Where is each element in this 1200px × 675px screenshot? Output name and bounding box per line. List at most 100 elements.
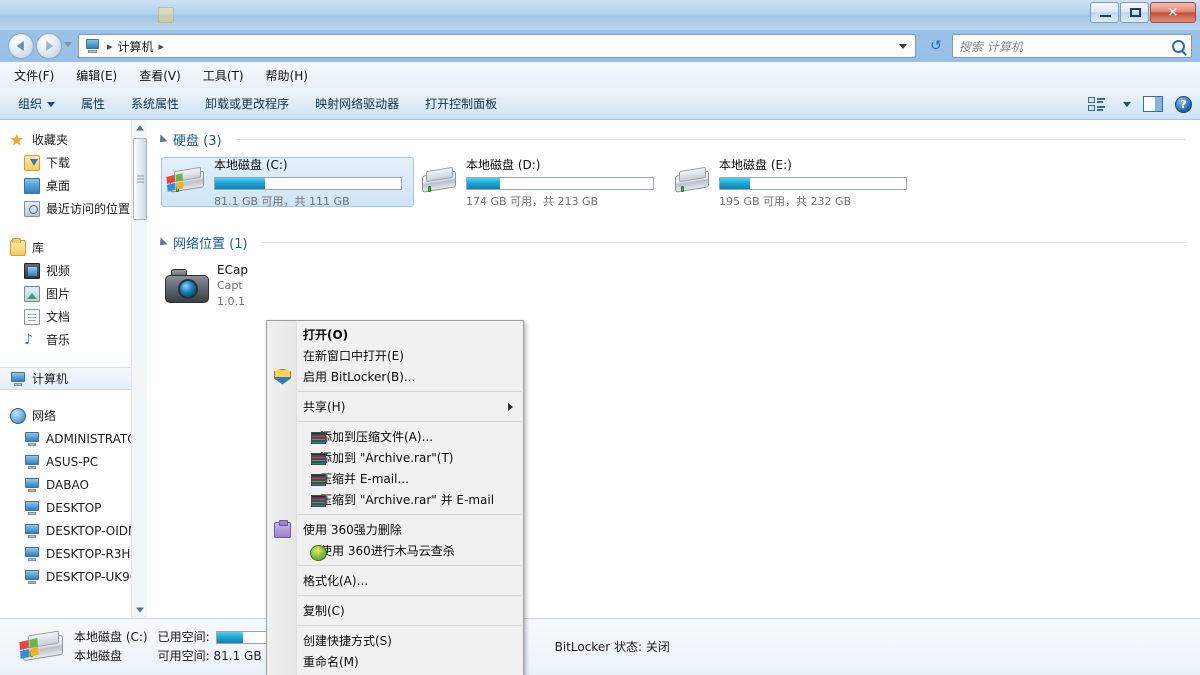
drive-tiles: 本地磁盘 (C:) 81.1 GB 可用，共 111 GB 本地磁盘 (D:) … (147, 151, 1200, 208)
sidebar-item-network[interactable]: 网络 (0, 404, 147, 427)
status-bitlocker-label: BitLocker 状态: (554, 639, 642, 654)
open-control-panel-button[interactable]: 打开控制面板 (425, 95, 497, 112)
menu-file[interactable]: 文件(F) (14, 67, 54, 84)
context-menu-label-enable-bitlocker: 启用 BitLocker(B)... (303, 370, 416, 384)
sidebar-item-desktop-host[interactable]: DESKTOP (0, 496, 147, 519)
scroll-down-button[interactable] (132, 602, 147, 618)
sidebar-item-administrator[interactable]: ADMINISTRATO (0, 427, 147, 450)
address-bar-row: ▸ 计算机 ▸ ↺ 搜索 计算机 (0, 30, 1200, 62)
drive-name-d: 本地磁盘 (D:) (466, 157, 541, 172)
view-chevron-down-icon[interactable] (1123, 101, 1131, 107)
context-menu-label-share: 共享(H) (303, 400, 346, 414)
sidebar-item-downloads[interactable]: 下载 (0, 151, 147, 174)
address-bar[interactable]: ▸ 计算机 ▸ (78, 34, 916, 58)
sidebar-item-computer[interactable]: 计算机 (0, 367, 147, 390)
360-delete-icon (274, 519, 291, 538)
refresh-button[interactable]: ↺ (925, 36, 947, 56)
back-button[interactable] (8, 33, 34, 59)
context-menu-item-add-to-archive[interactable]: 添加到压缩文件(A)... (267, 426, 523, 447)
navigation-pane-scrollbar[interactable] (131, 120, 147, 618)
sidebar-label-music: 音乐 (46, 333, 71, 347)
library-icon (10, 237, 26, 256)
preview-pane-icon[interactable] (1143, 96, 1163, 112)
sidebar-label-computer: 计算机 (32, 372, 69, 386)
chevron-down-icon (47, 102, 56, 107)
sidebar-item-videos[interactable]: 视频 (0, 259, 147, 282)
context-menu-item-share[interactable]: 共享(H) (267, 396, 523, 417)
collapse-triangle-icon[interactable] (156, 133, 168, 146)
change-view-icon[interactable] (1088, 96, 1106, 112)
context-menu-item-open[interactable]: 打开(O) (267, 324, 523, 345)
status-bitlocker-value: 关闭 (645, 639, 670, 654)
computer-icon (84, 39, 100, 53)
collapse-triangle-icon[interactable] (156, 236, 168, 249)
sidebar-item-desktop-r3he[interactable]: DESKTOP-R3HE (0, 542, 147, 565)
drive-tile-d[interactable]: 本地磁盘 (D:) 174 GB 可用，共 213 GB (414, 157, 667, 208)
system-properties-button[interactable]: 系统属性 (131, 95, 179, 112)
close-button[interactable]: ✕ (1150, 2, 1196, 23)
sidebar-item-documents[interactable]: 文档 (0, 305, 147, 328)
organize-button[interactable]: 组织 (18, 95, 56, 112)
scroll-up-button[interactable] (132, 120, 147, 136)
sidebar-label-network: 网络 (32, 409, 57, 423)
map-network-drive-button[interactable]: 映射网络驱动器 (315, 95, 399, 112)
forward-button[interactable] (36, 33, 62, 59)
context-menu-separator (297, 625, 521, 626)
computer-icon (24, 431, 40, 447)
status-free-label: 可用空间: (157, 649, 210, 663)
context-menu-item-copy[interactable]: 复制(C) (267, 600, 523, 621)
sidebar-item-libraries[interactable]: 库 (0, 236, 147, 259)
pictures-icon (24, 285, 40, 302)
help-icon[interactable]: ? (1175, 95, 1192, 113)
uninstall-change-program-button[interactable]: 卸载或更改程序 (205, 95, 289, 112)
context-menu-item-rename[interactable]: 重命名(M) (267, 651, 523, 672)
sidebar-label-desktop-oidn: DESKTOP-OIDN (46, 523, 137, 538)
properties-button[interactable]: 属性 (81, 95, 105, 112)
window-icon (158, 7, 174, 23)
sidebar-item-desktop[interactable]: 桌面 (0, 174, 147, 197)
drive-tile-e[interactable]: 本地磁盘 (E:) 195 GB 可用，共 232 GB (667, 157, 920, 208)
maximize-button[interactable] (1120, 2, 1149, 23)
group-divider (235, 139, 1186, 140)
scrollbar-thumb[interactable] (133, 138, 147, 220)
menu-tools[interactable]: 工具(T) (203, 67, 244, 84)
group-title-hard-disks: 硬盘 (3) (173, 134, 222, 149)
context-menu-item-open-new-window[interactable]: 在新窗口中打开(E) (267, 345, 523, 366)
sidebar-item-desktop-oidn[interactable]: DESKTOP-OIDN (0, 519, 147, 542)
close-icon: ✕ (1167, 5, 1179, 20)
context-menu-item-create-shortcut[interactable]: 创建快捷方式(S) (267, 630, 523, 651)
drive-icon (671, 163, 713, 201)
drive-usage-bar-d (466, 176, 654, 190)
breadcrumb-separator-2[interactable]: ▸ (159, 40, 165, 53)
menu-help[interactable]: 帮助(H) (266, 67, 308, 84)
sidebar-item-dabao[interactable]: DABAO (0, 473, 147, 496)
address-dropdown-icon[interactable] (899, 44, 907, 49)
context-menu-item-360-trojan-scan[interactable]: 使用 360进行木马云查杀 (267, 540, 523, 561)
context-menu-item-compress-and-email[interactable]: 压缩并 E-mail... (267, 468, 523, 489)
sidebar-item-favorites[interactable]: ★ 收藏夹 (0, 128, 147, 151)
recent-pages-dropdown-icon[interactable] (64, 42, 72, 47)
menu-edit[interactable]: 编辑(E) (76, 67, 117, 84)
search-box[interactable]: 搜索 计算机 (952, 34, 1192, 58)
network-icon (10, 407, 26, 424)
status-drive-name: 本地磁盘 (C:) (74, 630, 148, 644)
context-menu-item-360-force-delete[interactable]: 使用 360强力删除 (267, 519, 523, 540)
minimize-icon (1100, 15, 1111, 17)
breadcrumb-computer[interactable]: 计算机 (118, 38, 154, 55)
minimize-button[interactable] (1090, 2, 1119, 23)
sidebar-item-pictures[interactable]: 图片 (0, 282, 147, 305)
menu-view[interactable]: 查看(V) (139, 67, 181, 84)
context-menu-item-compress-to-rar-and-email[interactable]: 压缩到 "Archive.rar" 并 E-mail (267, 489, 523, 510)
sidebar-item-desktop-uk96[interactable]: DESKTOP-UK96 (0, 565, 147, 588)
shield-icon (274, 368, 291, 385)
network-location-item[interactable]: ECap Capt 1.0.1 (147, 254, 1200, 310)
drive-tile-c[interactable]: 本地磁盘 (C:) 81.1 GB 可用，共 111 GB (161, 157, 414, 208)
context-menu-item-enable-bitlocker[interactable]: 启用 BitLocker(B)... (267, 366, 523, 387)
videos-icon (24, 262, 40, 279)
context-menu-item-add-to-archive-rar[interactable]: 添加到 "Archive.rar"(T) (267, 447, 523, 468)
sidebar-item-asus-pc[interactable]: ASUS-PC (0, 450, 147, 473)
sidebar-label-desktop-uk96: DESKTOP-UK96 (46, 569, 138, 584)
sidebar-item-music[interactable]: ♪ 音乐 (0, 328, 147, 351)
context-menu-item-format[interactable]: 格式化(A)... (267, 570, 523, 591)
sidebar-item-recent-places[interactable]: 最近访问的位置 (0, 197, 147, 220)
